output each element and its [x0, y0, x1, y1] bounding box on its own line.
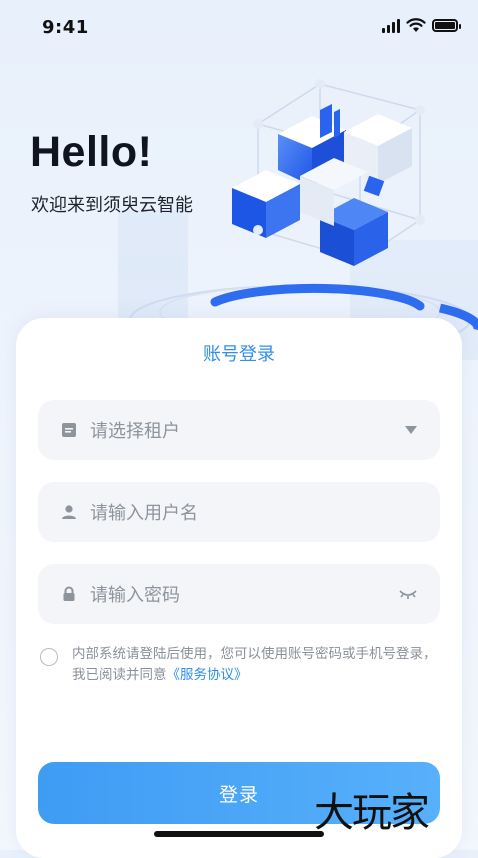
wifi-icon	[406, 18, 426, 32]
user-icon	[60, 503, 78, 521]
signal-icon	[382, 18, 400, 33]
username-placeholder: 请输入用户名	[90, 503, 198, 524]
tenant-placeholder: 请选择租户	[90, 421, 180, 442]
eye-closed-icon[interactable]	[398, 588, 418, 600]
password-field[interactable]: 请输入密码	[38, 564, 440, 624]
caret-down-icon[interactable]	[404, 425, 418, 435]
login-button-label: 登录	[218, 784, 259, 806]
password-placeholder: 请输入密码	[90, 585, 180, 606]
home-indicator	[154, 831, 324, 837]
username-field[interactable]: 请输入用户名	[38, 482, 440, 542]
agreement-text: 内部系统请登陆后使用，您可以使用账号密码或手机号登录，我已阅读并同意《服务协议》	[72, 644, 444, 686]
login-tab-title[interactable]: 账号登录	[16, 340, 462, 366]
status-time: 9:41	[42, 17, 89, 38]
service-agreement-link[interactable]: 《服务协议》	[167, 667, 248, 683]
login-card: 账号登录 请选择租户 请输入用户名 请输入密码 内部系统请登陆后使用，您可以使用…	[16, 318, 462, 858]
watermark: 大玩家	[314, 790, 430, 836]
welcome-subtitle: 欢迎来到须臾云智能	[31, 195, 193, 216]
tenant-select[interactable]: 请选择租户	[38, 400, 440, 460]
lock-icon	[60, 585, 78, 603]
document-icon	[60, 421, 78, 439]
hello-title: Hello!	[30, 128, 153, 176]
status-icons	[382, 18, 461, 33]
agreement-checkbox[interactable]	[40, 648, 58, 666]
agreement-statement: 内部系统请登陆后使用，您可以使用账号密码或手机号登录，我已阅读并同意	[72, 646, 437, 683]
battery-icon	[432, 19, 461, 32]
